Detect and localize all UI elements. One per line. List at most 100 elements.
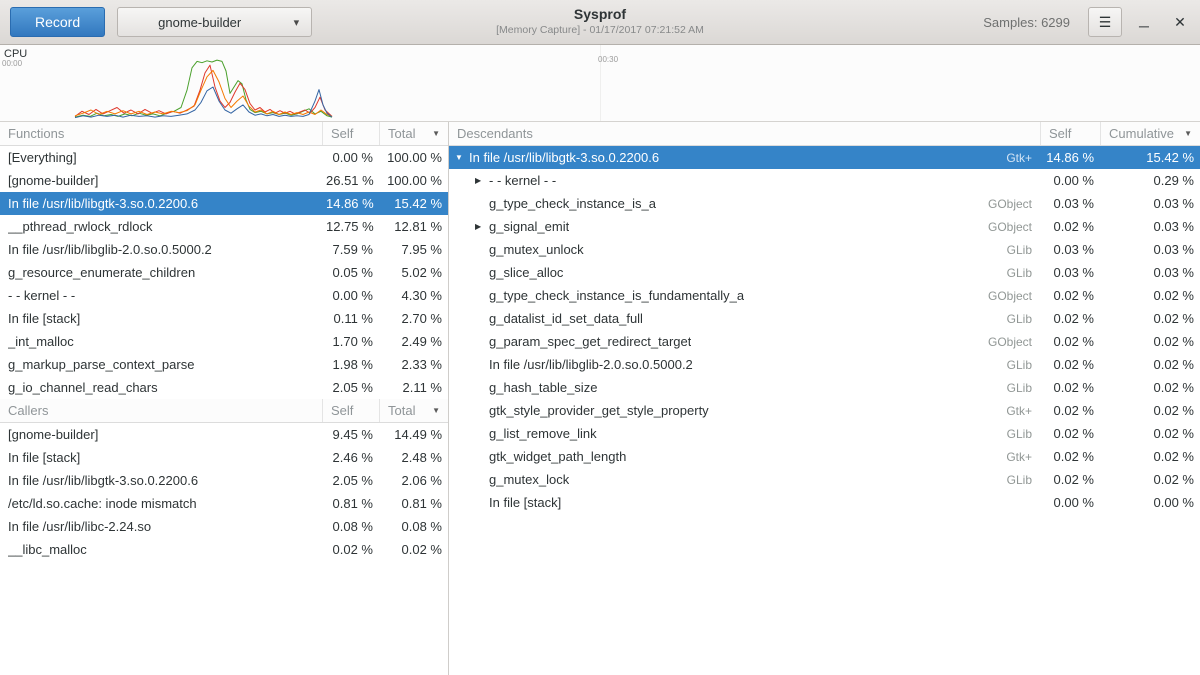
- function-name: g_mutex_lock: [489, 472, 569, 487]
- functions-row[interactable]: [Everything]0.00 %100.00 %: [0, 146, 448, 169]
- function-name: [gnome-builder]: [8, 427, 98, 442]
- name-cell: In file /usr/lib/libgtk-3.so.0.2200.6: [0, 196, 322, 211]
- callers-row[interactable]: In file /usr/lib/libc-2.24.so0.08 %0.08 …: [0, 515, 448, 538]
- callers-column-header-self[interactable]: Self: [322, 399, 379, 422]
- name-cell: _int_malloc: [0, 334, 322, 349]
- column-label: Self: [1049, 126, 1071, 141]
- function-name: In file [stack]: [8, 311, 80, 326]
- minimize-button[interactable]: ─: [1130, 8, 1158, 36]
- functions-row[interactable]: __pthread_rwlock_rdlock12.75 %12.81 %: [0, 215, 448, 238]
- expander-closed-icon[interactable]: ▶: [475, 176, 489, 185]
- descendants-column-header-descendants[interactable]: Descendants: [449, 122, 1040, 145]
- total-percent: 5.02 %: [379, 265, 448, 280]
- self-percent: 0.02 %: [1040, 449, 1100, 464]
- functions-row[interactable]: In file /usr/lib/libglib-2.0.so.0.5000.2…: [0, 238, 448, 261]
- menu-button[interactable]: ☰: [1088, 7, 1122, 37]
- cpu-graph[interactable]: CPU 00:00 00:30: [0, 45, 1200, 122]
- function-name: __libc_malloc: [8, 542, 87, 557]
- function-name: gtk_style_provider_get_style_property: [489, 403, 709, 418]
- name-cell: g_mutex_unlockGLib: [449, 242, 1040, 257]
- name-cell: In file /usr/lib/libglib-2.0.so.0.5000.2…: [449, 357, 1040, 372]
- name-cell: In file /usr/lib/libgtk-3.so.0.2200.6: [0, 473, 322, 488]
- functions-row[interactable]: _int_malloc1.70 %2.49 %: [0, 330, 448, 353]
- function-name: g_type_check_instance_is_fundamentally_a: [489, 288, 744, 303]
- descendants-row[interactable]: In file /usr/lib/libglib-2.0.so.0.5000.2…: [449, 353, 1200, 376]
- functions-row[interactable]: [gnome-builder]26.51 %100.00 %: [0, 169, 448, 192]
- descendants-row[interactable]: ▶- - kernel - -0.00 %0.29 %: [449, 169, 1200, 192]
- functions-row[interactable]: g_io_channel_read_chars2.05 %2.11 %: [0, 376, 448, 399]
- descendants-row[interactable]: ▶g_signal_emitGObject0.02 %0.03 %: [449, 215, 1200, 238]
- functions-column-header-total[interactable]: Total▼: [379, 122, 448, 145]
- descendants-row[interactable]: g_datalist_id_set_data_fullGLib0.02 %0.0…: [449, 307, 1200, 330]
- descendants-row[interactable]: g_list_remove_linkGLib0.02 %0.02 %: [449, 422, 1200, 445]
- total-percent: 0.02 %: [1100, 426, 1200, 441]
- callers-table: CallersSelfTotal▼[gnome-builder]9.45 %14…: [0, 399, 448, 561]
- descendants-column-header-self[interactable]: Self: [1040, 122, 1100, 145]
- functions-column-header-self[interactable]: Self: [322, 122, 379, 145]
- descendants-column-header-cumulative[interactable]: Cumulative▼: [1100, 122, 1200, 145]
- callers-row[interactable]: In file /usr/lib/libgtk-3.so.0.2200.62.0…: [0, 469, 448, 492]
- callers-row[interactable]: In file [stack]2.46 %2.48 %: [0, 446, 448, 469]
- descendants-row[interactable]: g_param_spec_get_redirect_targetGObject0…: [449, 330, 1200, 353]
- library-badge: GLib: [995, 312, 1032, 326]
- function-name: In file /usr/lib/libglib-2.0.so.0.5000.2: [489, 357, 693, 372]
- minimize-icon: ─: [1139, 18, 1149, 34]
- descendants-row[interactable]: g_mutex_unlockGLib0.03 %0.03 %: [449, 238, 1200, 261]
- descendants-row[interactable]: gtk_style_provider_get_style_propertyGtk…: [449, 399, 1200, 422]
- functions-row[interactable]: - - kernel - -0.00 %4.30 %: [0, 284, 448, 307]
- self-percent: 14.86 %: [1040, 150, 1100, 165]
- descendants-row[interactable]: gtk_widget_path_lengthGtk+0.02 %0.02 %: [449, 445, 1200, 468]
- name-cell: g_type_check_instance_is_fundamentally_a…: [449, 288, 1040, 303]
- self-percent: 0.00 %: [322, 150, 379, 165]
- name-cell: ▶- - kernel - -: [449, 173, 1040, 188]
- functions-row[interactable]: In file /usr/lib/libgtk-3.so.0.2200.614.…: [0, 192, 448, 215]
- self-percent: 0.02 %: [1040, 357, 1100, 372]
- total-percent: 0.02 %: [1100, 472, 1200, 487]
- function-name: g_markup_parse_context_parse: [8, 357, 194, 372]
- total-percent: 0.29 %: [1100, 173, 1200, 188]
- descendants-row[interactable]: g_type_check_instance_is_fundamentally_a…: [449, 284, 1200, 307]
- callers-row[interactable]: __libc_malloc0.02 %0.02 %: [0, 538, 448, 561]
- self-percent: 12.75 %: [322, 219, 379, 234]
- descendants-row[interactable]: In file [stack]0.00 %0.00 %: [449, 491, 1200, 514]
- callers-column-header-total[interactable]: Total▼: [379, 399, 448, 422]
- function-name: In file /usr/lib/libc-2.24.so: [8, 519, 151, 534]
- descendants-row[interactable]: g_hash_table_sizeGLib0.02 %0.02 %: [449, 376, 1200, 399]
- self-percent: 9.45 %: [322, 427, 379, 442]
- functions-column-header-functions[interactable]: Functions: [0, 122, 322, 145]
- total-percent: 0.02 %: [379, 542, 448, 557]
- callers-row[interactable]: [gnome-builder]9.45 %14.49 %: [0, 423, 448, 446]
- window-title: Sysprof: [496, 6, 704, 22]
- callers-row[interactable]: /etc/ld.so.cache: inode mismatch0.81 %0.…: [0, 492, 448, 515]
- functions-row[interactable]: g_resource_enumerate_children0.05 %5.02 …: [0, 261, 448, 284]
- library-badge: Gtk+: [994, 450, 1032, 464]
- library-badge: GLib: [995, 358, 1032, 372]
- expander-closed-icon[interactable]: ▶: [475, 222, 489, 231]
- column-label: Callers: [8, 403, 48, 418]
- callers-column-header-callers[interactable]: Callers: [0, 399, 322, 422]
- descendants-row[interactable]: g_type_check_instance_is_aGObject0.03 %0…: [449, 192, 1200, 215]
- process-selector-label: gnome-builder: [158, 15, 241, 30]
- name-cell: ▼In file /usr/lib/libgtk-3.so.0.2200.6Gt…: [449, 150, 1040, 165]
- record-button[interactable]: Record: [10, 7, 105, 37]
- descendants-row[interactable]: ▼In file /usr/lib/libgtk-3.so.0.2200.6Gt…: [449, 146, 1200, 169]
- self-percent: 0.08 %: [322, 519, 379, 534]
- expander-open-icon[interactable]: ▼: [455, 153, 469, 162]
- name-cell: g_param_spec_get_redirect_targetGObject: [449, 334, 1040, 349]
- self-percent: 1.70 %: [322, 334, 379, 349]
- functions-row[interactable]: In file [stack]0.11 %2.70 %: [0, 307, 448, 330]
- column-label: Total: [388, 403, 415, 418]
- close-button[interactable]: ✕: [1166, 8, 1194, 36]
- descendants-row[interactable]: g_mutex_lockGLib0.02 %0.02 %: [449, 468, 1200, 491]
- column-label: Cumulative: [1109, 126, 1174, 141]
- name-cell: g_list_remove_linkGLib: [449, 426, 1040, 441]
- process-selector[interactable]: gnome-builder ▾: [117, 7, 312, 37]
- total-percent: 0.02 %: [1100, 380, 1200, 395]
- name-cell: g_io_channel_read_chars: [0, 380, 322, 395]
- descendants-row[interactable]: g_slice_allocGLib0.03 %0.03 %: [449, 261, 1200, 284]
- total-percent: 2.06 %: [379, 473, 448, 488]
- self-percent: 2.05 %: [322, 473, 379, 488]
- library-badge: GLib: [995, 381, 1032, 395]
- self-percent: 7.59 %: [322, 242, 379, 257]
- functions-row[interactable]: g_markup_parse_context_parse1.98 %2.33 %: [0, 353, 448, 376]
